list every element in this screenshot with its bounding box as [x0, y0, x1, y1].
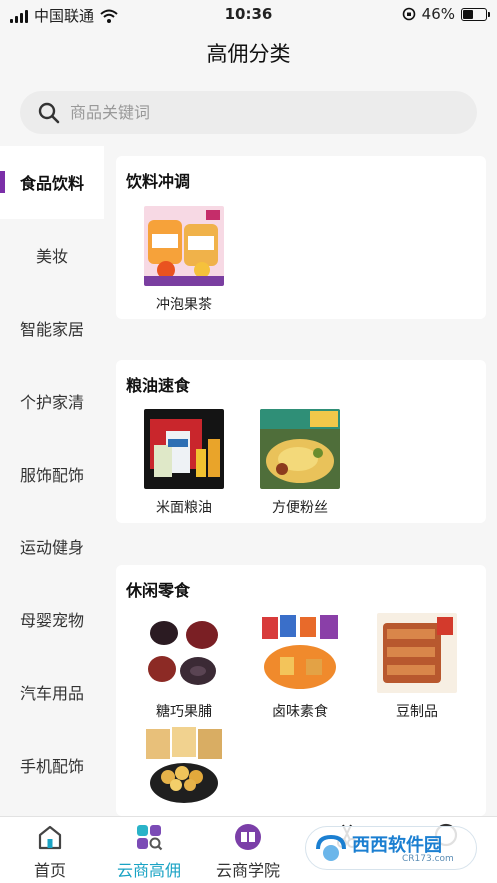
tab-label: 首页 [33, 861, 66, 880]
search-bar[interactable] [20, 91, 477, 134]
section-card: 休闲零食 糖巧果脯 卤味素食 豆制品 [116, 565, 486, 816]
goods-item[interactable]: 糖巧果脯 [144, 613, 224, 721]
product-image [260, 409, 340, 489]
goods-item[interactable] [144, 727, 224, 815]
category-content: 饮料冲调 冲泡果茶 粮油速食 米面粮油 方便粉丝 休闲零食 糖巧果脯 卤味素食 … [104, 146, 497, 816]
section-title: 饮料冲调 [126, 172, 191, 191]
goods-label: 卤味素食 [272, 704, 328, 720]
sidebar-item-phone-accessories[interactable]: 手机配饰 [0, 728, 104, 801]
sidebar-item-smart-home[interactable]: 智能家居 [0, 292, 104, 365]
goods-label: 豆制品 [396, 704, 438, 720]
page-title: 高佣分类 [206, 42, 291, 66]
tab-label: 云商高佣 [116, 861, 181, 880]
goods-item[interactable]: 豆制品 [377, 613, 457, 721]
sidebar-item-baby-pets[interactable]: 母婴宠物 [0, 583, 104, 656]
product-image [144, 206, 224, 286]
tab-label: 云商学院 [215, 861, 280, 880]
sidebar-item-label: 个护家清 [19, 392, 84, 412]
sidebar-item-label: 食品饮料 [19, 174, 84, 194]
product-image [144, 409, 224, 489]
goods-label: 米面粮油 [156, 500, 212, 516]
sidebar-item-label: 运动健身 [19, 538, 84, 558]
watermark-subtext: CR173.com [402, 854, 454, 864]
section-card: 粮油速食 米面粮油 方便粉丝 [116, 360, 486, 523]
section-title: 休闲零食 [126, 581, 191, 600]
status-bar: 中国联通 10:36 46% [0, 0, 497, 28]
tab-home[interactable]: 首页 [0, 817, 100, 881]
goods-item[interactable]: 卤味素食 [260, 613, 340, 721]
section-title: 粮油速食 [126, 376, 191, 395]
watermark-icon [316, 834, 346, 861]
goods-label: 糖巧果脯 [156, 704, 212, 720]
product-image [144, 727, 224, 807]
goods-label: 冲泡果茶 [156, 297, 212, 313]
sidebar-item-beauty[interactable]: 美妆 [0, 219, 104, 292]
goods-item[interactable]: 方便粉丝 [260, 409, 340, 517]
sidebar-item-personal-care[interactable]: 个护家清 [0, 364, 104, 437]
sidebar-item-label: 母婴宠物 [19, 611, 84, 631]
product-image [377, 613, 457, 693]
sidebar-item-label: 美妆 [35, 247, 68, 267]
rotation-lock-icon [402, 7, 415, 21]
section-card: 饮料冲调 冲泡果茶 [116, 156, 486, 319]
sidebar-item-food-drinks[interactable]: 食品饮料 [0, 146, 104, 219]
goods-item[interactable]: 米面粮油 [144, 409, 224, 517]
category-search-icon [137, 825, 163, 851]
tab-high-commission[interactable]: 云商高佣 [99, 817, 199, 881]
watermark-logo: 西西软件园 CR173.com [305, 826, 477, 870]
sidebar-item-label: 汽车用品 [19, 683, 84, 703]
sidebar-item-label: 智能家居 [19, 319, 84, 339]
academy-icon [235, 824, 261, 850]
battery-icon [461, 7, 490, 21]
tab-academy[interactable]: 云商学院 [198, 817, 298, 881]
sidebar-item-label: 手机配饰 [19, 756, 84, 776]
category-sidebar: 食品饮料 美妆 智能家居 个护家清 服饰配饰 运动健身 母婴宠物 汽车用品 手机… [0, 146, 104, 816]
goods-item[interactable]: 冲泡果茶 [144, 206, 224, 314]
product-image [144, 613, 224, 693]
product-image [260, 613, 340, 693]
search-icon [38, 102, 60, 123]
sidebar-item-sports[interactable]: 运动健身 [0, 510, 104, 583]
sidebar-item-apparel[interactable]: 服饰配饰 [0, 437, 104, 510]
home-icon [38, 825, 62, 850]
sidebar-item-label: 服饰配饰 [19, 465, 84, 485]
search-input[interactable] [70, 103, 430, 122]
sidebar-item-auto[interactable]: 汽车用品 [0, 656, 104, 729]
goods-label: 方便粉丝 [272, 500, 328, 516]
battery-percent: 46% [421, 5, 455, 23]
